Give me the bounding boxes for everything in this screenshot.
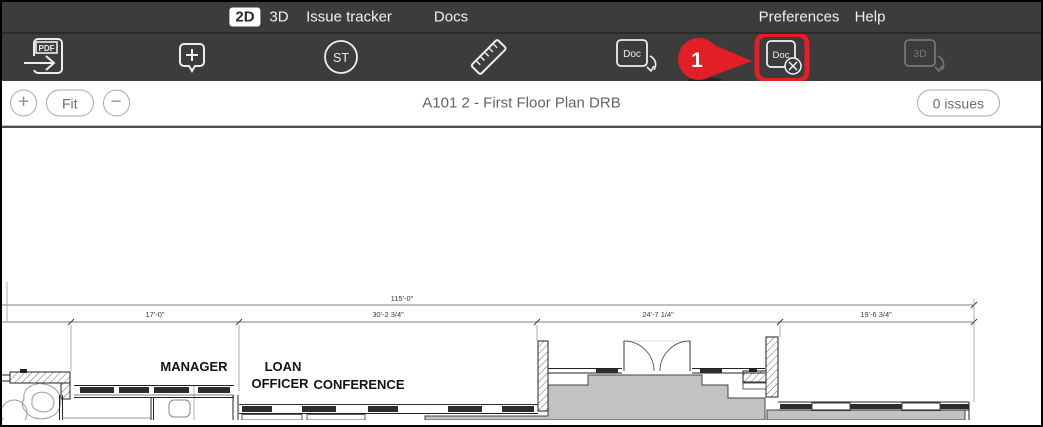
entry-doors	[548, 341, 765, 373]
pdf-export-icon[interactable]: PDF	[22, 39, 62, 73]
st-icon-label: ST	[333, 51, 349, 65]
view3d-icon-label: 3D	[913, 48, 927, 60]
dim-label-4: 19'-6 3/4"	[860, 310, 892, 319]
tab-2d[interactable]: 2D	[229, 8, 260, 27]
zoom-out-button[interactable]: −	[103, 90, 130, 117]
tab-3d[interactable]: 3D	[269, 9, 288, 26]
callout-number: 1	[691, 49, 703, 72]
fit-button[interactable]: Fit	[46, 90, 94, 117]
view-bar: + Fit − A101 2 - First Floor Plan DRB 0 …	[2, 81, 1041, 126]
dimension-overall: 115'-0"	[2, 294, 977, 308]
landscape-plants	[2, 384, 61, 420]
dim-label-overall: 115'-0"	[391, 294, 414, 303]
step-callout-1: 1	[678, 38, 752, 81]
zoom-in-button[interactable]: +	[10, 90, 37, 117]
doc-icon-label: Doc	[623, 49, 641, 60]
tab-docs[interactable]: Docs	[434, 9, 468, 26]
doc-remove-icon-label: Doc	[773, 50, 790, 61]
manager-interior	[60, 395, 239, 420]
toolbar-icons: PDF ST	[2, 34, 1041, 81]
menu-bar: 2D 3D Issue tracker Docs Preferences Hel…	[2, 2, 1041, 34]
room-label-officer: OFFICER	[251, 376, 309, 391]
issues-button[interactable]: 0 issues	[917, 90, 1000, 117]
view-3d-icon-disabled: 3D	[905, 40, 944, 71]
dim-label-1: 17'-0"	[145, 310, 164, 319]
st-tool-icon[interactable]: ST	[325, 41, 357, 73]
manager-window-wall	[74, 386, 234, 398]
doc-back-icon[interactable]: Doc	[617, 40, 656, 71]
menu-help[interactable]: Help	[855, 9, 886, 26]
tab-issue-tracker[interactable]: Issue tracker	[306, 9, 392, 26]
room-label-loan: LOAN	[265, 359, 302, 374]
floor-plan[interactable]: 115'-0" 17'-0" 30'-2 3/4" 24'-7 1/4" 19'…	[2, 128, 1041, 420]
zoom-controls: + Fit −	[10, 90, 130, 117]
drawing-canvas[interactable]: 115'-0" 17'-0" 30'-2 3/4" 24'-7 1/4" 19'…	[2, 126, 1041, 420]
sheet-title: A101 2 - First Floor Plan DRB	[422, 95, 620, 112]
menu-preferences[interactable]: Preferences	[759, 9, 840, 26]
add-comment-icon[interactable]	[180, 44, 204, 71]
doc-remove-icon[interactable]: Doc	[767, 41, 801, 74]
dim-label-2: 30'-2 3/4"	[372, 310, 404, 319]
dim-label-3: 24'-7 1/4"	[642, 310, 674, 319]
extension-lines	[7, 282, 974, 420]
toolbar: PDF ST	[2, 34, 1041, 81]
measure-icon[interactable]	[471, 39, 506, 74]
app-window: 2D 3D Issue tracker Docs Preferences Hel…	[0, 0, 1043, 427]
room-label-conference: CONFERENCE	[313, 377, 404, 392]
room-label-manager: MANAGER	[160, 359, 228, 374]
pdf-icon-label: PDF	[39, 44, 55, 53]
dimension-string: 17'-0" 30'-2 3/4" 24'-7 1/4" 19'-6 3/4"	[2, 310, 977, 325]
